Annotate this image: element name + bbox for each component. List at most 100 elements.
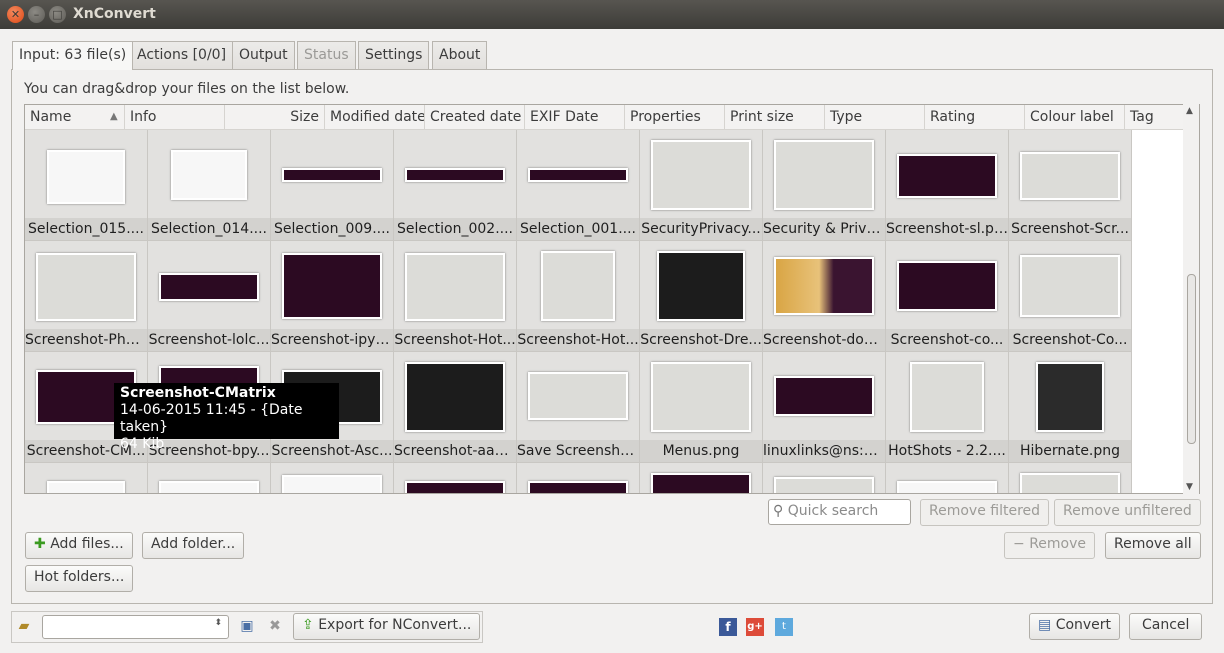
- scroll-down-icon[interactable]: ▼: [1186, 482, 1193, 492]
- file-name-label: Screenshot-sl.png: [886, 218, 1008, 240]
- column-header-size[interactable]: Size: [225, 105, 325, 130]
- file-name-label: Menus.png: [640, 440, 762, 462]
- thumbnail-item[interactable]: Screenshot-lolc...: [148, 241, 271, 352]
- thumbnail-item[interactable]: Screenshot-Hot...: [517, 241, 640, 352]
- remove-all-button[interactable]: Remove all: [1105, 532, 1201, 559]
- tab-output[interactable]: Output: [232, 41, 295, 69]
- thumbnail-item[interactable]: Save Screensho...: [517, 352, 640, 463]
- thumbnail-item[interactable]: Screenshot-Scr...: [1009, 130, 1132, 241]
- preset-combobox[interactable]: ⬍: [42, 615, 229, 639]
- thumbnail-image: [657, 251, 745, 321]
- thumbnail-item[interactable]: Screenshot-sl.png: [886, 130, 1009, 241]
- column-header-modified[interactable]: Modified date: [325, 105, 425, 130]
- thumbnail-image: [1020, 255, 1120, 317]
- column-header-colour-label[interactable]: Colour label: [1025, 105, 1125, 130]
- hot-folders-button[interactable]: Hot folders...: [25, 565, 134, 592]
- tab-about[interactable]: About: [432, 41, 488, 69]
- file-name-label: Screenshot-Dre...: [640, 329, 762, 351]
- thumbnail-image: [774, 376, 874, 416]
- tooltip-size: 64 Kib: [120, 436, 165, 452]
- scrollbar-thumb[interactable]: [1187, 274, 1196, 444]
- thumbnail-image: [1020, 473, 1120, 493]
- googleplus-icon[interactable]: g+: [746, 618, 764, 636]
- file-name-label: Screenshot-Hot...: [394, 329, 516, 351]
- file-name-label: Screenshot-Scr...: [1009, 218, 1131, 240]
- folder-icon[interactable]: ▰: [15, 617, 33, 635]
- thumbnail-item[interactable]: Hibernate.png: [1009, 352, 1132, 463]
- close-icon[interactable]: ✕: [7, 6, 24, 23]
- thumbnail-item[interactable]: [271, 463, 394, 493]
- save-icon[interactable]: ▣: [238, 617, 256, 635]
- twitter-icon[interactable]: t: [775, 618, 793, 636]
- remove-filtered-button: Remove filtered: [920, 499, 1050, 526]
- thumbnail-image: [405, 362, 505, 432]
- remove-button: − Remove: [1004, 532, 1096, 559]
- file-name-label: Selection_001....: [517, 218, 639, 240]
- column-header-info[interactable]: Info: [125, 105, 225, 130]
- export-nconvert-button[interactable]: ⇪ Export for NConvert...: [293, 613, 481, 640]
- thumbnail-image: [897, 154, 997, 198]
- tab-input[interactable]: Input: 63 file(s): [12, 41, 134, 70]
- thumbnail-item[interactable]: Screenshot-aafi...: [394, 352, 517, 463]
- thumbnail-item[interactable]: Screenshot-ipyt...: [271, 241, 394, 352]
- file-list-scrollbar[interactable]: ▲ ▼: [1183, 104, 1199, 494]
- add-folder-button[interactable]: Add folder...: [142, 532, 245, 559]
- thumbnail-item[interactable]: [886, 463, 1009, 493]
- file-name-label: Screenshot-Pha...: [25, 329, 147, 351]
- file-name-label: Screenshot-Hot...: [517, 329, 639, 351]
- minus-icon: −: [1013, 536, 1025, 552]
- file-name-label: Screenshot-dog...: [763, 329, 885, 351]
- column-header-rating[interactable]: Rating: [925, 105, 1025, 130]
- convert-icon: ▤: [1038, 617, 1052, 633]
- column-header-type[interactable]: Type: [825, 105, 925, 130]
- thumbnail-item[interactable]: [640, 463, 763, 493]
- cancel-button[interactable]: Cancel: [1129, 613, 1203, 640]
- thumbnail-item[interactable]: Screenshot-Dre...: [640, 241, 763, 352]
- column-header-created[interactable]: Created date: [425, 105, 525, 130]
- thumbnail-item[interactable]: linuxlinks@ns:~...: [763, 352, 886, 463]
- search-placeholder: Quick search: [787, 503, 879, 519]
- search-icon: ⚲: [773, 503, 784, 519]
- add-files-button[interactable]: ✚ Add files...: [25, 532, 133, 559]
- thumbnail-image: [910, 362, 984, 432]
- file-name-label: Save Screensho...: [517, 440, 639, 462]
- thumbnail-item[interactable]: SecurityPrivacy...: [640, 130, 763, 241]
- facebook-icon[interactable]: f: [719, 618, 737, 636]
- minimize-icon[interactable]: –: [28, 6, 45, 23]
- delete-icon[interactable]: ✖: [266, 617, 284, 635]
- thumbnail-item[interactable]: [517, 463, 640, 493]
- thumbnail-item[interactable]: [148, 463, 271, 493]
- thumbnail-item[interactable]: Screenshot-co...: [886, 241, 1009, 352]
- thumbnail-item[interactable]: Selection_014....: [148, 130, 271, 241]
- quick-search-input[interactable]: ⚲ Quick search: [768, 499, 911, 525]
- convert-button[interactable]: ▤ Convert: [1029, 613, 1121, 640]
- file-name-label: HotShots - 2.2....: [886, 440, 1008, 462]
- column-header-print-size[interactable]: Print size: [725, 105, 825, 130]
- tab-actions[interactable]: Actions [0/0]: [130, 41, 234, 69]
- thumbnail-item[interactable]: Selection_001....: [517, 130, 640, 241]
- file-name-label: Screenshot-lolc...: [148, 329, 270, 351]
- thumbnail-item[interactable]: [1009, 463, 1132, 493]
- thumbnail-item[interactable]: Selection_002....: [394, 130, 517, 241]
- export-label: Export for NConvert...: [318, 617, 472, 633]
- thumbnail-item[interactable]: [394, 463, 517, 493]
- thumbnail-item[interactable]: [763, 463, 886, 493]
- thumbnail-item[interactable]: [25, 463, 148, 493]
- maximize-icon[interactable]: □: [49, 6, 66, 23]
- thumbnail-item[interactable]: HotShots - 2.2....: [886, 352, 1009, 463]
- thumbnail-item[interactable]: Screenshot-Hot...: [394, 241, 517, 352]
- thumbnail-item[interactable]: Screenshot-dog...: [763, 241, 886, 352]
- thumbnail-item[interactable]: Selection_009....: [271, 130, 394, 241]
- thumbnail-item[interactable]: Menus.png: [640, 352, 763, 463]
- thumbnail-item[interactable]: Selection_015....: [25, 130, 148, 241]
- thumbnail-image: [651, 473, 751, 493]
- thumbnail-item[interactable]: Security & Priva...: [763, 130, 886, 241]
- tab-settings[interactable]: Settings: [358, 41, 430, 69]
- plus-icon: ✚: [34, 536, 46, 552]
- column-header-exif[interactable]: EXIF Date: [525, 105, 625, 130]
- file-name-label: Selection_002....: [394, 218, 516, 240]
- column-header-properties[interactable]: Properties: [625, 105, 725, 130]
- thumbnail-item[interactable]: Screenshot-Pha...: [25, 241, 148, 352]
- scroll-up-icon[interactable]: ▲: [1186, 106, 1193, 116]
- thumbnail-item[interactable]: Screenshot-Co...: [1009, 241, 1132, 352]
